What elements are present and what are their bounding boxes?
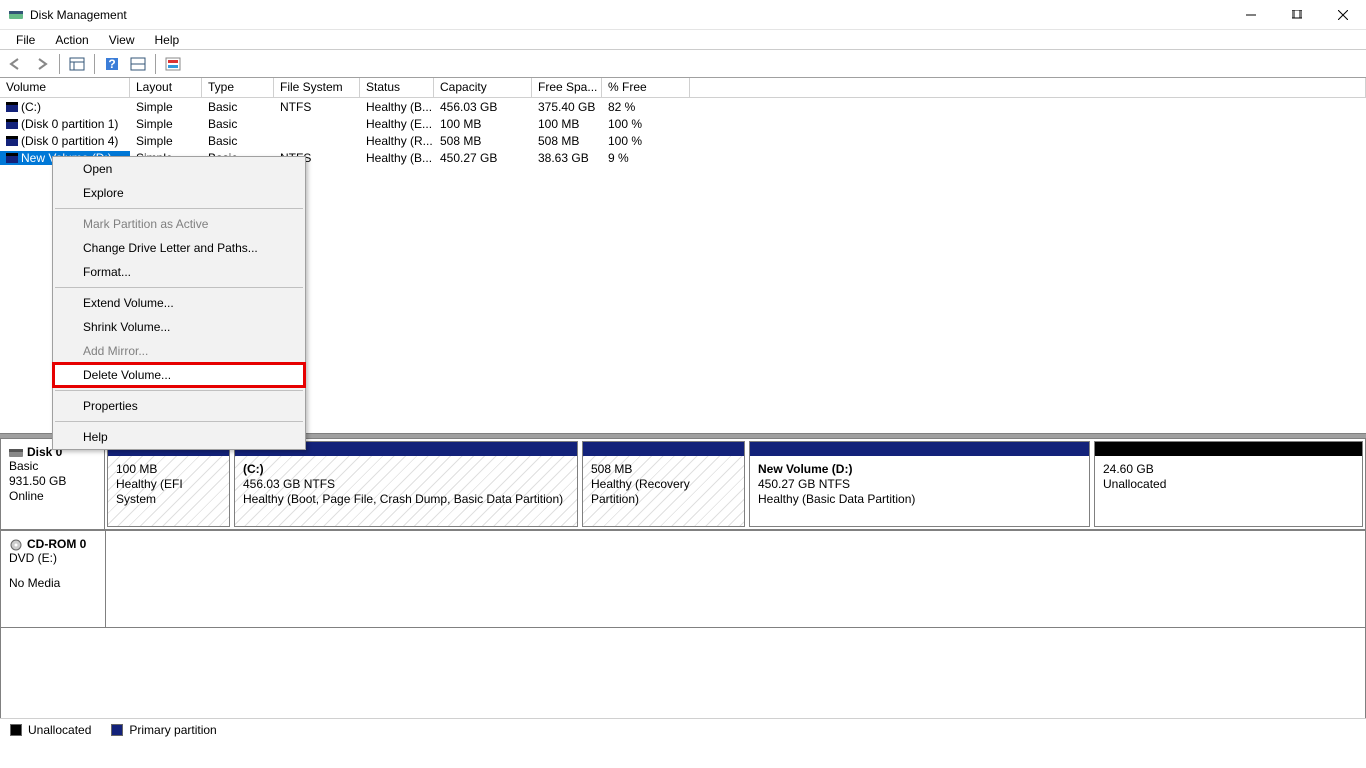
minimize-button[interactable] bbox=[1228, 0, 1274, 30]
ctx-change-letter[interactable]: Change Drive Letter and Paths... bbox=[53, 236, 305, 260]
empty-disk-area bbox=[0, 628, 1366, 728]
menu-file[interactable]: File bbox=[6, 31, 45, 49]
col-type[interactable]: Type bbox=[202, 78, 274, 97]
col-filesystem[interactable]: File System bbox=[274, 78, 360, 97]
ctx-format[interactable]: Format... bbox=[53, 260, 305, 284]
col-status[interactable]: Status bbox=[360, 78, 434, 97]
col-capacity[interactable]: Capacity bbox=[434, 78, 532, 97]
close-button[interactable] bbox=[1320, 0, 1366, 30]
help-icon[interactable]: ? bbox=[100, 53, 124, 75]
menu-help[interactable]: Help bbox=[145, 31, 190, 49]
toolbar-icon-1[interactable] bbox=[65, 53, 89, 75]
partition[interactable]: (C:)456.03 GB NTFSHealthy (Boot, Page Fi… bbox=[234, 441, 578, 527]
cdrom-icon bbox=[9, 539, 23, 551]
volume-list-header: Volume Layout Type File System Status Ca… bbox=[0, 78, 1366, 98]
disk-0-partitions: 100 MBHealthy (EFI System(C:)456.03 GB N… bbox=[105, 439, 1365, 529]
disk-0-label[interactable]: Disk 0 Basic 931.50 GB Online bbox=[1, 439, 105, 529]
ctx-explore[interactable]: Explore bbox=[53, 181, 305, 205]
partition[interactable]: 508 MBHealthy (Recovery Partition) bbox=[582, 441, 745, 527]
disk-icon bbox=[9, 447, 23, 459]
volume-icon bbox=[6, 119, 18, 129]
cdrom-body bbox=[106, 531, 1365, 627]
partition[interactable]: 24.60 GBUnallocated bbox=[1094, 441, 1363, 527]
menu-view[interactable]: View bbox=[99, 31, 145, 49]
volume-row[interactable]: (Disk 0 partition 1)SimpleBasicHealthy (… bbox=[0, 115, 1366, 132]
volume-row[interactable]: (C:)SimpleBasicNTFSHealthy (B...456.03 G… bbox=[0, 98, 1366, 115]
ctx-extend[interactable]: Extend Volume... bbox=[53, 291, 305, 315]
ctx-delete-volume[interactable]: Delete Volume... bbox=[53, 363, 305, 387]
legend-unallocated-label: Unallocated bbox=[28, 723, 91, 737]
ctx-mark-active: Mark Partition as Active bbox=[53, 212, 305, 236]
toolbar-icon-2[interactable] bbox=[126, 53, 150, 75]
toolbar: ? bbox=[0, 50, 1366, 78]
col-layout[interactable]: Layout bbox=[130, 78, 202, 97]
svg-text:?: ? bbox=[108, 57, 115, 71]
volume-icon bbox=[6, 136, 18, 146]
col-pctfree[interactable]: % Free bbox=[602, 78, 690, 97]
legend: Unallocated Primary partition bbox=[0, 718, 1366, 740]
context-menu: Open Explore Mark Partition as Active Ch… bbox=[52, 156, 306, 450]
legend-primary-label: Primary partition bbox=[129, 723, 216, 737]
back-button[interactable] bbox=[4, 53, 28, 75]
ctx-add-mirror: Add Mirror... bbox=[53, 339, 305, 363]
partition[interactable]: 100 MBHealthy (EFI System bbox=[107, 441, 230, 527]
col-volume[interactable]: Volume bbox=[0, 78, 130, 97]
window-title: Disk Management bbox=[30, 8, 127, 22]
volume-icon bbox=[6, 153, 18, 163]
titlebar: Disk Management bbox=[0, 0, 1366, 30]
volume-icon bbox=[6, 102, 18, 112]
ctx-properties[interactable]: Properties bbox=[53, 394, 305, 418]
maximize-button[interactable] bbox=[1274, 0, 1320, 30]
graphical-disk-pane: Disk 0 Basic 931.50 GB Online 100 MBHeal… bbox=[0, 434, 1366, 728]
partition[interactable]: New Volume (D:)450.27 GB NTFSHealthy (Ba… bbox=[749, 441, 1090, 527]
ctx-open[interactable]: Open bbox=[53, 157, 305, 181]
legend-primary-swatch bbox=[111, 724, 123, 736]
menubar: File Action View Help bbox=[0, 30, 1366, 50]
ctx-shrink[interactable]: Shrink Volume... bbox=[53, 315, 305, 339]
forward-button[interactable] bbox=[30, 53, 54, 75]
cdrom-label[interactable]: CD-ROM 0 DVD (E:) No Media bbox=[1, 531, 106, 627]
volume-row[interactable]: (Disk 0 partition 4)SimpleBasicHealthy (… bbox=[0, 132, 1366, 149]
menu-action[interactable]: Action bbox=[45, 31, 98, 49]
col-freespace[interactable]: Free Spa... bbox=[532, 78, 602, 97]
app-icon bbox=[8, 7, 24, 23]
legend-unallocated-swatch bbox=[10, 724, 22, 736]
ctx-help[interactable]: Help bbox=[53, 425, 305, 449]
cdrom-row: CD-ROM 0 DVD (E:) No Media bbox=[0, 530, 1366, 628]
toolbar-icon-3[interactable] bbox=[161, 53, 185, 75]
disk-0-row: Disk 0 Basic 931.50 GB Online 100 MBHeal… bbox=[0, 438, 1366, 530]
